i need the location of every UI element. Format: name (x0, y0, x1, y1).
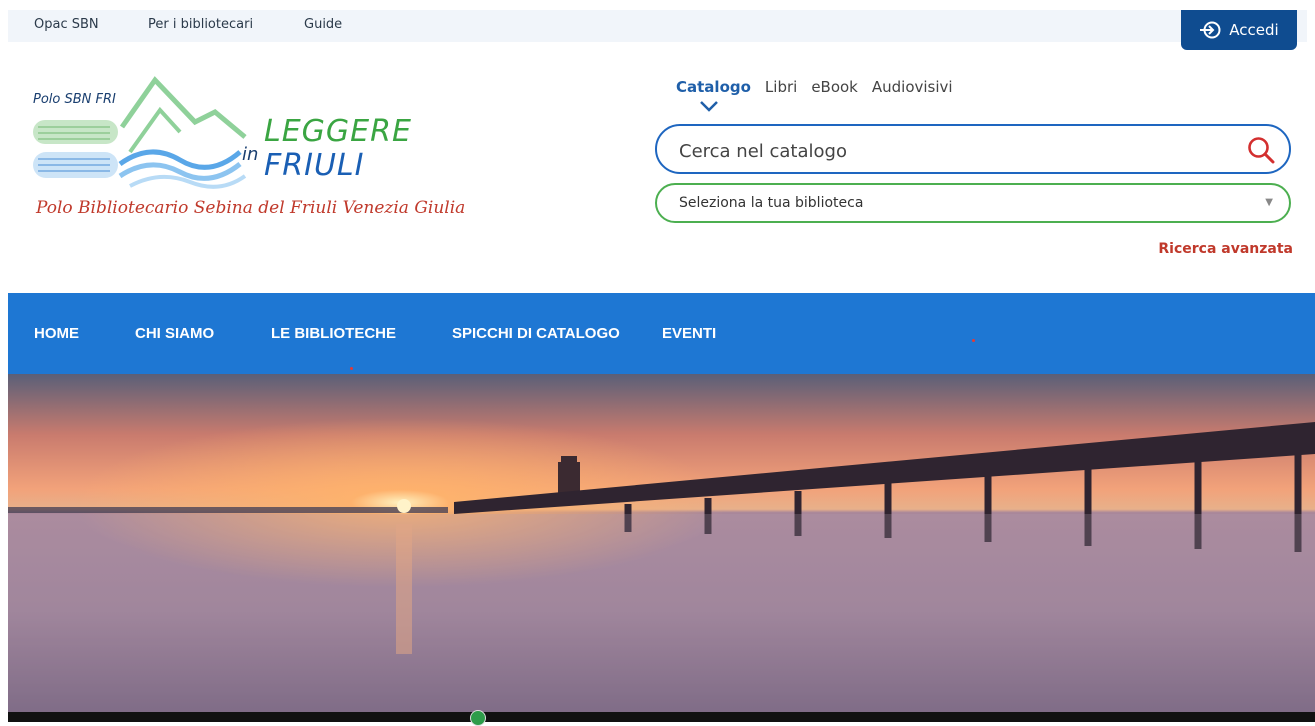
search-icon[interactable] (1247, 136, 1275, 164)
tab-ebook[interactable]: eBook (811, 78, 858, 96)
login-button[interactable]: Accedi (1181, 10, 1297, 50)
nav-item-spicchi-di-catalogo[interactable]: SPICCHI DI CATALOGO (452, 325, 620, 342)
power-icon[interactable] (470, 710, 486, 726)
select-caret-icon: ▼ (1265, 197, 1273, 208)
logo-friuli-text: FRIULI (264, 148, 365, 183)
site-logo[interactable]: Polo SBN FRI LEGGERE in FRIULI Polo Bibl… (30, 72, 500, 232)
library-select[interactable]: Seleziona la tua biblioteca ▼ (655, 183, 1291, 223)
search-tabs: Catalogo Libri eBook Audiovisivi (676, 78, 953, 96)
link-per-i-bibliotecari[interactable]: Per i bibliotecari (148, 17, 253, 32)
main-navigation: HOME CHI SIAMO LE BIBLIOTECHE SPICCHI DI… (8, 293, 1315, 374)
link-opac-sbn[interactable]: Opac SBN (34, 17, 99, 32)
decorative-dot (350, 367, 353, 370)
login-label: Accedi (1229, 21, 1279, 39)
logo-leggere-text: LEGGERE (264, 114, 412, 149)
catalog-search-box (655, 124, 1291, 174)
tab-libri[interactable]: Libri (765, 78, 797, 96)
tab-audiovisivi[interactable]: Audiovisivi (872, 78, 953, 96)
nav-item-eventi[interactable]: EVENTI (662, 325, 716, 342)
advanced-search-link[interactable]: Ricerca avanzata (1158, 241, 1293, 257)
link-guide[interactable]: Guide (304, 17, 342, 32)
tab-catalogo[interactable]: Catalogo (676, 78, 751, 96)
logo-mountains-waves-graphic (33, 76, 247, 189)
bottom-bar (8, 712, 1315, 722)
library-select-value: Seleziona la tua biblioteca (679, 195, 864, 211)
nav-item-chi-siamo[interactable]: CHI SIAMO (135, 325, 214, 342)
logo-polo-text: Polo SBN FRI (33, 92, 116, 107)
chevron-down-icon (700, 101, 718, 112)
logo-subtitle: Polo Bibliotecario Sebina del Friuli Ven… (36, 198, 466, 218)
nav-item-home[interactable]: HOME (34, 325, 79, 342)
top-utility-bar: Opac SBN Per i bibliotecari Guide (8, 10, 1307, 42)
decorative-dot (972, 339, 975, 342)
nav-item-le-biblioteche[interactable]: LE BIBLIOTECHE (271, 325, 396, 342)
hero-image-pier-sunset (8, 374, 1315, 712)
search-input[interactable] (677, 137, 1221, 165)
logo-in-text: in (242, 144, 259, 165)
login-icon (1200, 21, 1221, 39)
